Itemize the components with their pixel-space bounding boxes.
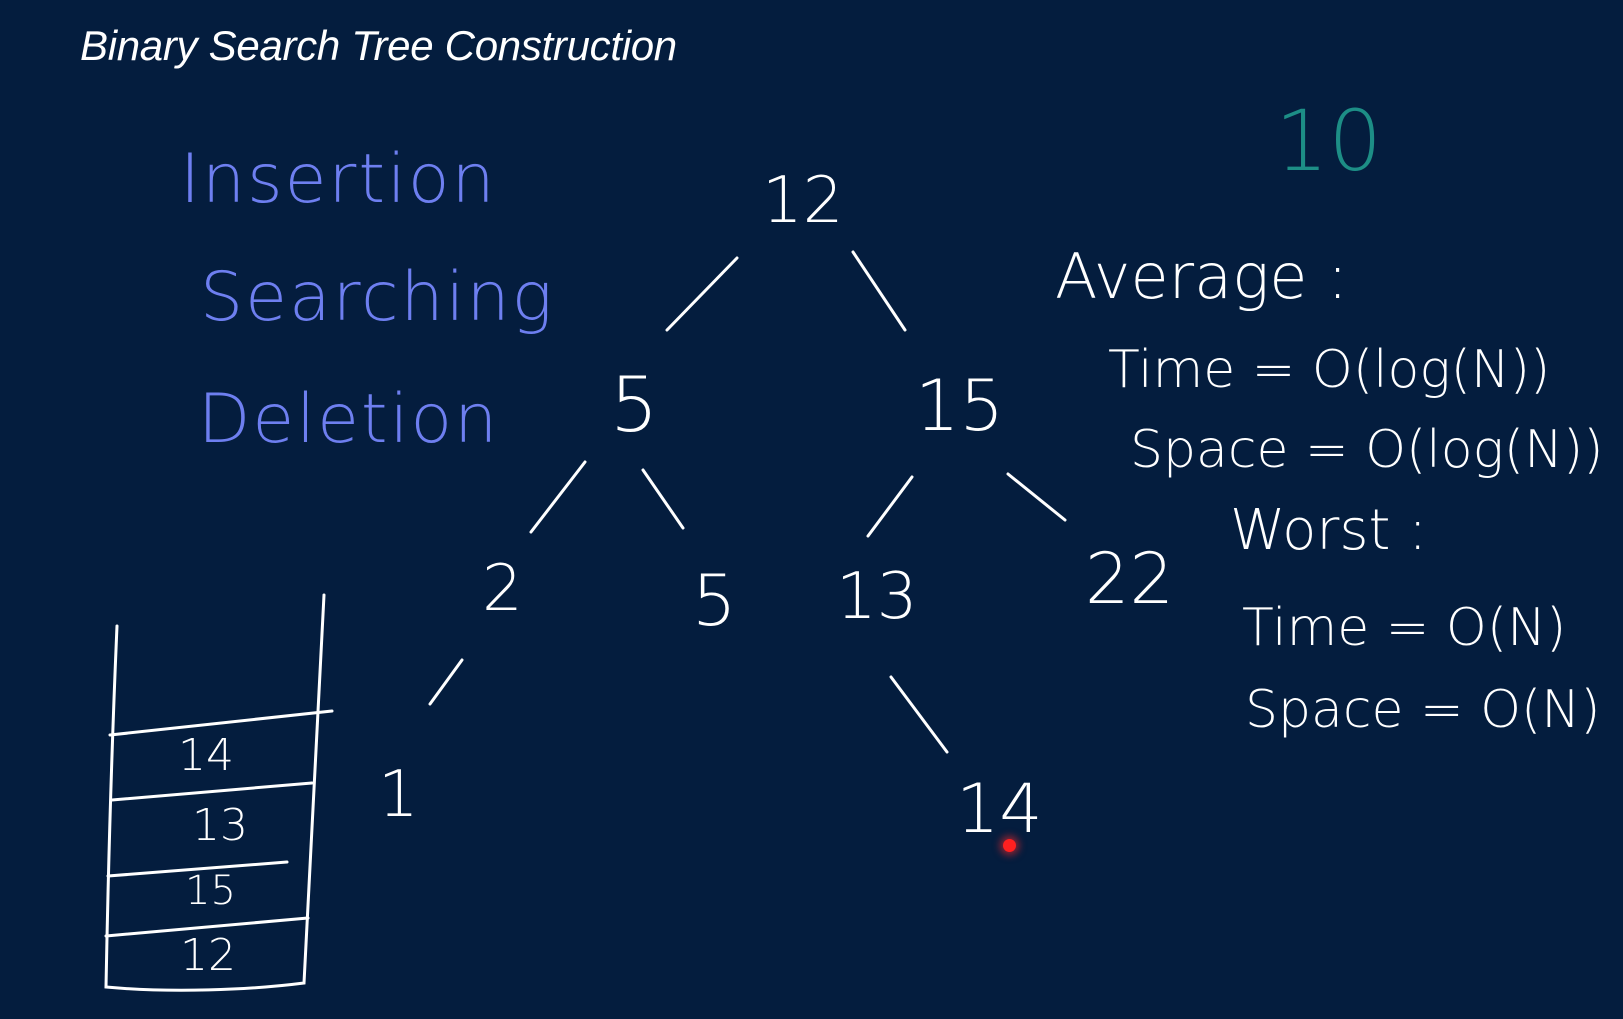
edge-5-2 — [529, 460, 587, 534]
edge-2-1 — [428, 658, 464, 706]
current-value: 10 — [1275, 92, 1382, 190]
stack-item-bottom: 12 — [180, 930, 236, 981]
average-time: Time = O(log(N)) — [1108, 340, 1551, 400]
node-root: 12 — [762, 164, 844, 238]
edge-5-5 — [641, 468, 685, 530]
node-left-left: 2 — [482, 552, 523, 626]
node-left: 5 — [610, 360, 659, 449]
edge-13-14 — [889, 675, 949, 754]
edge-15-22 — [1006, 472, 1067, 522]
node-left-right: 5 — [692, 560, 737, 642]
edge-15-13 — [866, 475, 914, 538]
node-right-left: 13 — [836, 560, 918, 634]
node-right-left-right: 14 — [956, 770, 1043, 849]
edge-12-15 — [851, 250, 907, 332]
worst-label: Worst : — [1230, 498, 1428, 563]
average-space: Space = O(log(N)) — [1130, 420, 1604, 480]
node-right: 15 — [915, 365, 1005, 447]
worst-time: Time = O(N) — [1242, 598, 1567, 658]
node-left-left-left: 1 — [378, 758, 419, 832]
worst-space: Space = O(N) — [1245, 680, 1601, 740]
edge-12-5 — [665, 256, 739, 332]
stack-item-3: 15 — [185, 868, 236, 914]
stack-item-2: 13 — [192, 800, 248, 851]
laser-pointer — [1003, 839, 1016, 852]
stack-item-top: 14 — [178, 730, 234, 781]
node-right-right: 22 — [1085, 538, 1175, 620]
average-label: Average : — [1055, 240, 1349, 313]
